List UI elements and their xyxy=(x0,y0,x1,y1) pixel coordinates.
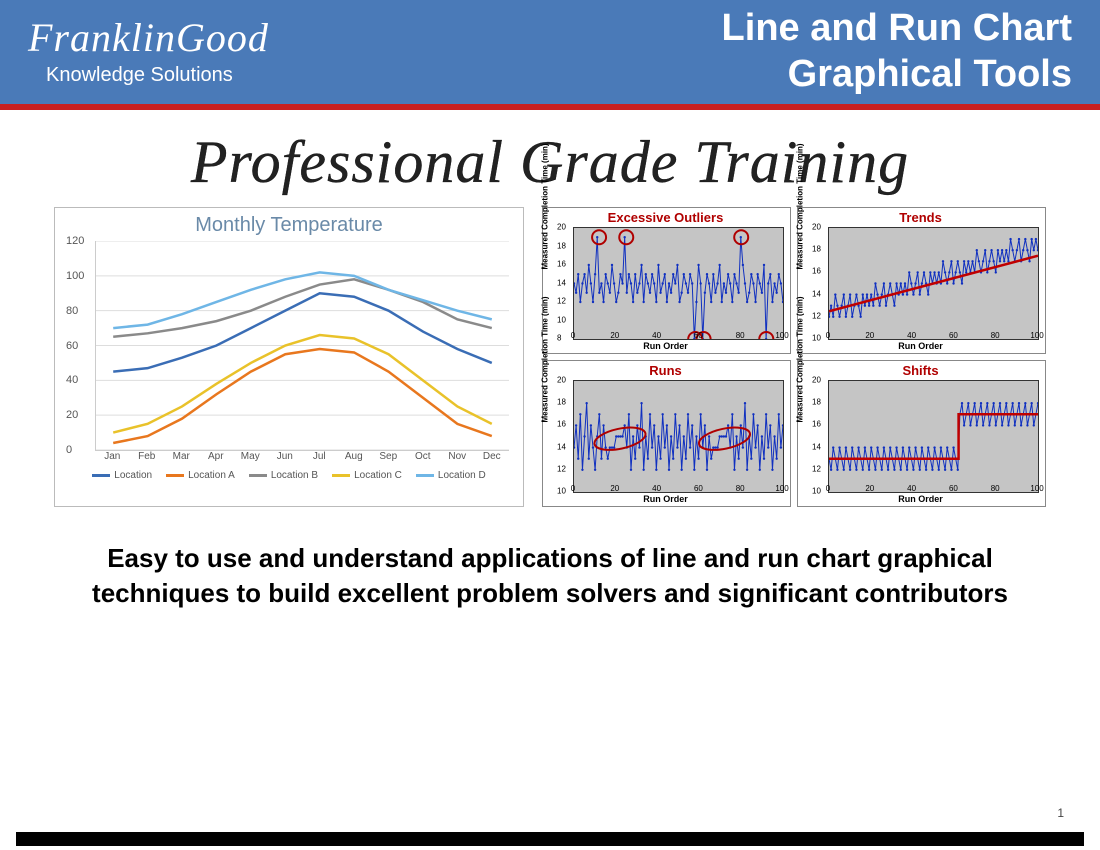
chart-title: Monthly Temperature xyxy=(63,214,515,237)
runs-chart: Runs Measured Completion Time (min) Run … xyxy=(542,360,791,507)
description-text: Easy to use and understand applications … xyxy=(0,507,1100,611)
brand-subtitle: Knowledge Solutions xyxy=(46,64,269,87)
chart-legend: LocationLocation ALocation BLocation CLo… xyxy=(69,470,509,481)
monthly-temperature-chart: Monthly Temperature 020406080100120 JanF… xyxy=(54,207,524,507)
shifts-chart: Shifts Measured Completion Time (min) Ru… xyxy=(797,360,1046,507)
title-line-1: Line and Run Chart xyxy=(722,6,1072,52)
run-chart-grid: Excessive Outliers Measured Completion T… xyxy=(542,207,1046,507)
plot-area xyxy=(573,227,784,340)
y-axis-label: Measured Completion Time (min) xyxy=(541,296,550,422)
y-axis-label: Measured Completion Time (min) xyxy=(796,143,805,269)
trends-chart: Trends Measured Completion Time (min) Ru… xyxy=(797,207,1046,354)
y-axis-label: Measured Completion Time (min) xyxy=(796,296,805,422)
outliers-chart: Excessive Outliers Measured Completion T… xyxy=(542,207,791,354)
chart-title: Excessive Outliers xyxy=(545,210,786,225)
x-axis-label: Run Order xyxy=(545,341,786,351)
chart-title: Trends xyxy=(800,210,1041,225)
x-axis-labels: JanFebMarAprMayJunJulAugSepOctNovDec xyxy=(95,451,509,462)
plot-area xyxy=(828,380,1039,493)
chart-title: Shifts xyxy=(800,363,1041,378)
page-title: Line and Run Chart Graphical Tools xyxy=(722,6,1072,97)
title-line-2: Graphical Tools xyxy=(722,52,1072,98)
x-axis-label: Run Order xyxy=(545,494,786,504)
footer-bar xyxy=(16,832,1084,846)
brand-block: FranklinGood Knowledge Solutions xyxy=(28,18,269,87)
x-axis-label: Run Order xyxy=(800,341,1041,351)
x-axis-label: Run Order xyxy=(800,494,1041,504)
y-axis-label: Measured Completion Time (min) xyxy=(541,143,550,269)
page-number: 1 xyxy=(1057,806,1064,820)
header-bar: FranklinGood Knowledge Solutions Line an… xyxy=(0,0,1100,110)
brand-name: FranklinGood xyxy=(28,18,269,58)
hero-text: Professional Grade Training xyxy=(0,128,1100,197)
main-plot-area: 020406080100120 xyxy=(95,241,509,451)
plot-area xyxy=(573,380,784,493)
plot-area xyxy=(828,227,1039,340)
charts-row: Monthly Temperature 020406080100120 JanF… xyxy=(0,207,1100,507)
chart-title: Runs xyxy=(545,363,786,378)
